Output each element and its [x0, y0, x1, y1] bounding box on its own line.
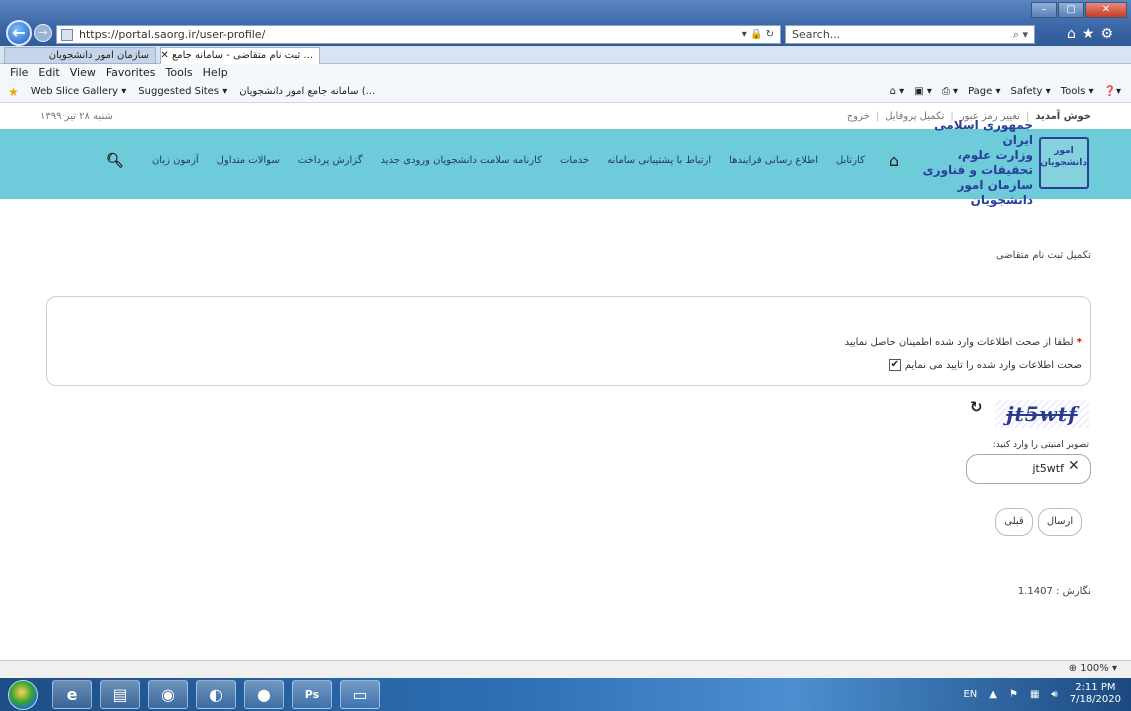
language-indicator[interactable]: EN	[963, 689, 977, 700]
address-tools-icon[interactable]: ▾ 🔒 ↻	[742, 29, 780, 40]
flag-icon[interactable]: ⚑	[1009, 689, 1018, 700]
favorites-bar: ★ Web Slice Gallery ▾ Suggested Sites ▾ …	[0, 81, 1131, 103]
search-placeholder: Search...	[792, 28, 841, 41]
site-logo[interactable]: امور دانشجویان جمهوری اسلامی ایران وزارت…	[903, 118, 1089, 207]
nav-faq[interactable]: سوالات متداول	[217, 155, 280, 166]
forward-button[interactable]: →	[34, 24, 52, 42]
notice-text: لطفا از صحت اطلاعات وارد شده اطمینان حاص…	[844, 337, 1074, 348]
logo-line-1: جمهوری اسلامی ایران	[934, 118, 1033, 147]
welcome-text: خوش آمدید	[1035, 111, 1091, 122]
photoshop-taskbar-icon[interactable]: Ps	[292, 680, 332, 709]
fav-web-slice[interactable]: Web Slice Gallery ▾	[31, 81, 127, 103]
close-window-button[interactable]: ✕	[1085, 2, 1127, 18]
tray-expand-icon[interactable]: ▲	[989, 689, 997, 700]
menu-view[interactable]: View	[70, 64, 96, 81]
search-icon[interactable]: 🔍︎	[106, 153, 124, 169]
start-button[interactable]	[8, 680, 38, 710]
back-button[interactable]: ←	[6, 20, 32, 46]
clock-time: 2:11 PM	[1075, 682, 1116, 693]
confirm-checkbox[interactable]: ✔	[888, 359, 901, 371]
nav-services[interactable]: خدمات	[560, 155, 589, 166]
command-home-icon[interactable]: ⌂ ▾	[890, 81, 905, 103]
command-safety[interactable]: Safety ▾	[1010, 81, 1050, 103]
clear-input-icon[interactable]: ✕	[1068, 458, 1080, 474]
logo-emblem: امور دانشجویان	[1039, 137, 1089, 189]
system-tray: EN ▲ ⚑ ▦ 🔊︎ 2:11 PM 7/18/2020	[963, 682, 1121, 706]
home-favorites-settings-icons[interactable]: ⌂★⚙	[1067, 26, 1119, 42]
address-bar[interactable]: https://portal.saorg.ir/user-profile/ ▾ …	[56, 25, 781, 44]
clock-date: 7/18/2020	[1069, 694, 1121, 705]
nav-cartable[interactable]: کارتابل	[836, 155, 865, 166]
taskbar-clock[interactable]: 2:11 PM 7/18/2020	[1070, 682, 1121, 706]
window-controls: – □ ✕	[1031, 2, 1127, 18]
menu-bar: File Edit View Favorites Tools Help	[0, 64, 1131, 81]
explorer-taskbar-icon[interactable]: ▤	[100, 680, 140, 709]
zoom-level[interactable]: ⊕ 100% ▾	[1069, 663, 1117, 674]
tab-label: ... ثبت نام متقاضی - سامانه جامع	[171, 50, 313, 61]
confirm-checkbox-row[interactable]: صحت اطلاعات وارد شده را تایید می نمایم ✔	[888, 359, 1082, 371]
windows-taskbar: e ▤ ◉ ◐ ● Ps ▭ EN ▲ ⚑ ▦ 🔊︎ 2:11 PM 7/18/…	[0, 678, 1131, 711]
nav-payment-report[interactable]: گزارش پرداخت	[298, 155, 363, 166]
logout-link[interactable]: خروج	[847, 111, 870, 122]
maximize-button[interactable]: □	[1058, 2, 1084, 18]
menu-file[interactable]: File	[10, 64, 28, 81]
tab-registration[interactable]: ... ثبت نام متقاضی - سامانه جامع ✕	[160, 47, 320, 64]
minimize-button[interactable]: –	[1031, 2, 1057, 18]
fav-saorg[interactable]: سامانه جامع امور دانشجویان (...	[239, 81, 375, 103]
fav-suggested-sites[interactable]: Suggested Sites ▾	[138, 81, 227, 103]
favorites-star-icon[interactable]: ★	[8, 81, 19, 103]
confirmation-notice: * لطفا از صحت اطلاعات وارد شده اطمینان ح…	[845, 337, 1082, 348]
command-feeds-icon[interactable]: ▣ ▾	[914, 81, 932, 103]
home-icon[interactable]: ⌂	[889, 151, 899, 170]
submit-button[interactable]: ارسال	[1038, 508, 1082, 536]
version-text: نگارش : 1.1407	[1017, 586, 1091, 597]
menu-tools[interactable]: Tools	[166, 64, 193, 81]
command-page[interactable]: Page ▾	[968, 81, 1000, 103]
captcha-refresh-icon[interactable]: ↻	[970, 398, 983, 416]
menu-help[interactable]: Help	[203, 64, 228, 81]
page-title: تکمیل ثبت نام متقاضی	[995, 250, 1091, 261]
captcha-label: تصویر امنیتی را وارد کنید:	[992, 440, 1089, 450]
network-icon[interactable]: ▦	[1030, 689, 1039, 700]
zoom-value: 100%	[1080, 663, 1109, 674]
firefox-taskbar-icon[interactable]: ●	[244, 680, 284, 709]
previous-button[interactable]: قبلی	[995, 508, 1033, 536]
site-favicon-icon	[61, 28, 73, 41]
status-bar: ⊕ 100% ▾	[0, 660, 1131, 678]
browser-search-input[interactable]: Search... ⌕ ▾	[785, 25, 1035, 44]
checkbox-label[interactable]: صحت اطلاعات وارد شده را تایید می نمایم	[905, 360, 1082, 371]
required-asterisk: *	[1076, 337, 1082, 348]
nav-process-info[interactable]: اطلاع رسانی فرایندها	[729, 155, 818, 166]
main-nav: ⌂ کارتابل اطلاع رسانی فرایندها ارتباط با…	[106, 151, 899, 170]
chrome-taskbar-icon[interactable]: ◉	[148, 680, 188, 709]
menu-favorites[interactable]: Favorites	[106, 64, 156, 81]
tab-label: سازمان امور دانشجویان	[48, 50, 149, 61]
nav-health-report[interactable]: کارنامه سلامت دانشجویان ورودی جدید	[381, 155, 542, 166]
separator: |	[875, 111, 880, 122]
site-header: امور دانشجویان جمهوری اسلامی ایران وزارت…	[0, 118, 1131, 207]
volume-icon[interactable]: 🔊︎	[1051, 689, 1057, 700]
menu-edit[interactable]: Edit	[38, 64, 59, 81]
app-taskbar-icon[interactable]: ▭	[340, 680, 380, 709]
browser-titlebar: ← → https://portal.saorg.ir/user-profile…	[0, 0, 1131, 46]
logo-text: جمهوری اسلامی ایران وزارت علوم، تحقیقات …	[903, 118, 1033, 208]
current-date: ۱۳۹۹ شنبه ۲۸ تیر	[40, 111, 113, 122]
edge-taskbar-icon[interactable]: ◐	[196, 680, 236, 709]
command-tools[interactable]: Tools ▾	[1061, 81, 1094, 103]
captcha-image: jt5wtf	[995, 400, 1089, 428]
help-icon[interactable]: ❓▾	[1104, 81, 1121, 103]
command-print-icon[interactable]: ⎙ ▾	[942, 81, 958, 103]
address-url: https://portal.saorg.ir/user-profile/	[79, 28, 266, 41]
logo-line-3: سازمان امور دانشجویان	[957, 178, 1033, 207]
browser-search-icon[interactable]: ⌕ ▾	[1013, 26, 1028, 43]
tab-saorg-home[interactable]: سازمان امور دانشجویان	[4, 47, 156, 64]
confirmation-panel: * لطفا از صحت اطلاعات وارد شده اطمینان ح…	[46, 296, 1091, 386]
nav-support[interactable]: ارتباط با پشتیبانی سامانه	[607, 155, 711, 166]
logo-line-2: وزارت علوم، تحقیقات و فناوری	[922, 148, 1033, 177]
nav-language-test[interactable]: آزمون زبان	[152, 155, 199, 166]
ie-taskbar-icon[interactable]: e	[52, 680, 92, 709]
tab-strip: سازمان امور دانشجویان ... ثبت نام متقاضی…	[0, 46, 1131, 64]
